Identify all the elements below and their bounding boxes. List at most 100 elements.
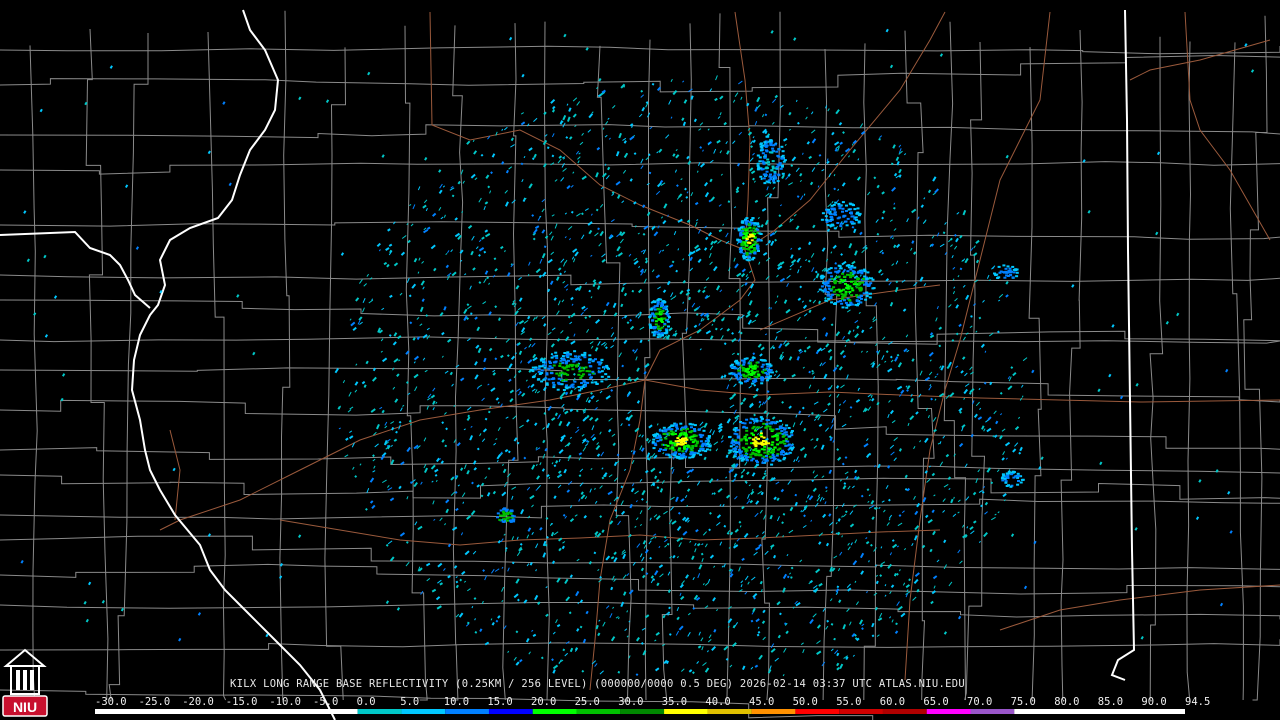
echo-pixel [829, 271, 833, 274]
echo-pixel [1003, 276, 1007, 279]
echo-pixel [571, 383, 575, 386]
echo-pixel [782, 440, 786, 442]
echo-pixel [502, 514, 506, 517]
echo-pixel [745, 357, 749, 360]
echo-pixel [773, 170, 777, 173]
echo-pixel [771, 167, 775, 170]
legend-color-segment [488, 709, 533, 714]
echo-pixel [697, 449, 701, 452]
echo-pixel [656, 440, 660, 443]
echo-pixel [787, 427, 791, 429]
echo-pixel [741, 422, 745, 424]
echo-pixel [764, 458, 768, 461]
echo-pixel [595, 382, 599, 385]
echo-pixel [841, 272, 845, 275]
echo-pixel [759, 419, 763, 422]
echo-pixel [761, 363, 765, 366]
echo-pixel [564, 362, 568, 365]
echo-pixel [652, 334, 656, 337]
echo-pixel [512, 515, 516, 518]
echo-pixel [552, 384, 556, 387]
echo-pixel [861, 281, 864, 284]
echo-pixel [768, 428, 772, 431]
echo-pixel [857, 270, 861, 273]
logo-text: NIU [13, 699, 37, 715]
echo-pixel [583, 381, 587, 384]
echo-pixel [829, 289, 833, 292]
echo-pixel [765, 150, 769, 153]
echo-pixel [651, 441, 655, 444]
echo-pixel [763, 359, 767, 362]
legend-color-segment [576, 709, 621, 714]
echo-pixel [505, 516, 509, 519]
echo-pixel [756, 154, 760, 157]
echo-pixel [702, 429, 706, 432]
legend-tick-label: 20.0 [531, 696, 557, 708]
echo-pixel [756, 168, 760, 171]
echo-pixel [865, 295, 869, 298]
echo-pixel [756, 162, 760, 165]
echo-pixel [705, 448, 709, 451]
echo-pixel [830, 223, 834, 226]
echo-pixel [775, 438, 779, 441]
echo-pixel [771, 454, 775, 456]
echo-pixel [775, 166, 779, 168]
echo-pixel [560, 383, 564, 386]
echo-pixel [765, 419, 769, 421]
echo-pixel [564, 386, 568, 389]
echo-pixel [668, 456, 672, 459]
echo-pixel [747, 362, 751, 365]
echo-pixel [1010, 473, 1014, 476]
echo-pixel [748, 421, 752, 424]
echo-pixel [743, 233, 747, 236]
echo-pixel [728, 435, 732, 438]
echo-pixel [1019, 481, 1023, 484]
echo-pixel [580, 382, 584, 384]
echo-pixel [840, 293, 844, 296]
legend-tick-label: 35.0 [661, 696, 688, 708]
echo-pixel [537, 367, 541, 370]
legend-tick-label: 75.0 [1010, 696, 1036, 708]
echo-pixel [688, 456, 692, 459]
echo-pixel [676, 437, 680, 440]
echo-pixel [869, 292, 872, 295]
echo-pixel [573, 350, 577, 353]
echo-pixel [660, 321, 664, 323]
echo-pixel [759, 453, 763, 456]
echo-pixel [753, 222, 757, 225]
echo-pixel [775, 428, 779, 431]
legend-color-segment [532, 709, 577, 714]
echo-pixel [783, 456, 787, 459]
legend-color-segment [401, 709, 446, 714]
echo-pixel [755, 453, 759, 456]
legend-color-segment [926, 709, 971, 714]
echo-pixel [860, 297, 863, 300]
echo-pixel [604, 373, 608, 376]
echo-pixel [771, 147, 775, 150]
echo-pixel [554, 351, 558, 354]
echo-pixel [857, 221, 861, 224]
echo-pixel [837, 203, 841, 205]
echo-pixel [744, 248, 748, 250]
echo-pixel [728, 449, 732, 452]
echo-pixel [577, 355, 581, 358]
product-caption: KILX LONG RANGE BASE REFLECTIVITY (0.25K… [230, 678, 965, 690]
echo-pixel [772, 179, 776, 182]
echo-pixel [855, 219, 859, 221]
echo-pixel [540, 369, 544, 372]
echo-pixel [737, 448, 741, 451]
echo-pixel [659, 448, 663, 451]
echo-pixel [767, 179, 771, 182]
echo-pixel [745, 251, 749, 254]
echo-pixel [561, 358, 565, 361]
echo-pixel [665, 331, 669, 334]
echo-pixel [653, 308, 657, 311]
echo-pixel [684, 435, 688, 438]
echo-pixel [833, 227, 837, 230]
echo-pixel [1005, 485, 1009, 487]
legend-tick-label: 60.0 [879, 696, 906, 708]
echo-pixel [731, 373, 735, 376]
echo-pixel [768, 455, 772, 458]
echo-pixel [658, 313, 662, 316]
echo-pixel [660, 304, 663, 307]
